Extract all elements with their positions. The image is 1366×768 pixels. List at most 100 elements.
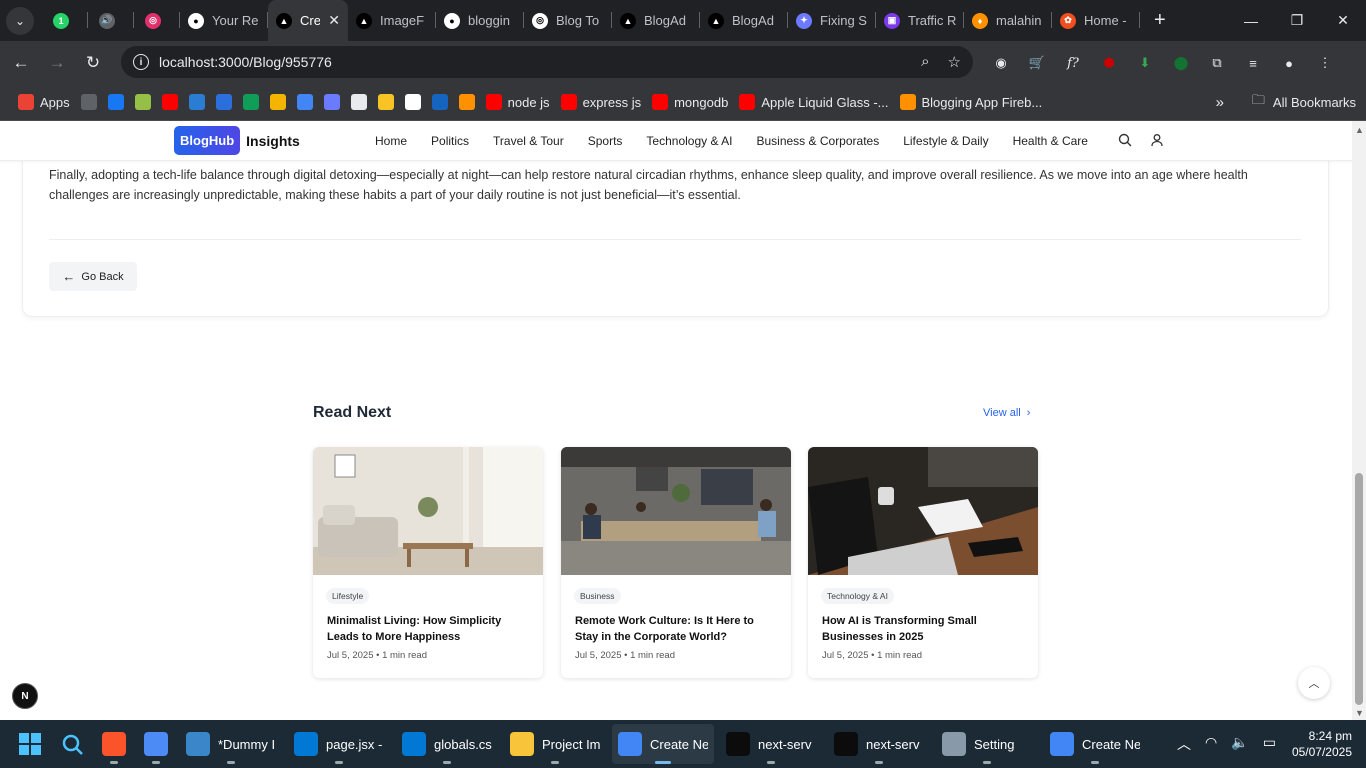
browser-tab[interactable]: ● Your Re: [180, 0, 268, 41]
browser-tab[interactable]: ◎ Blog To: [524, 0, 612, 41]
battery-icon[interactable]: ▭: [1263, 734, 1276, 754]
taskbar-app[interactable]: [138, 724, 174, 764]
nav-link[interactable]: Lifestyle & Daily: [903, 134, 988, 148]
page-scrollbar[interactable]: ▲ ▼: [1352, 121, 1366, 720]
bookmark-item[interactable]: [80, 94, 97, 110]
browser-tab[interactable]: ▲ BlogAd: [700, 0, 788, 41]
bookmark-item[interactable]: [458, 94, 475, 110]
browser-tab[interactable]: ♦ malahin: [964, 0, 1052, 41]
download-extension-icon[interactable]: ⬇: [1134, 52, 1156, 74]
nav-link[interactable]: Home: [375, 134, 407, 148]
all-bookmarks-link[interactable]: All Bookmarks: [1273, 95, 1356, 110]
taskbar-app[interactable]: [96, 724, 132, 764]
site-logo[interactable]: BlogHub Insights: [174, 126, 300, 155]
bookmark-item[interactable]: Blogging App Fireb...: [899, 94, 1042, 110]
bookmark-item[interactable]: Apple Liquid Glass -...: [739, 94, 889, 110]
more-bookmarks-chevron-icon[interactable]: »: [1216, 94, 1224, 111]
zoom-icon[interactable]: ⌕: [921, 53, 929, 71]
clock[interactable]: 8:24 pm 05/07/2025: [1292, 728, 1352, 760]
puzzle-extensions-icon[interactable]: ⧉: [1206, 52, 1228, 74]
cart-extension-icon[interactable]: 🛒: [1026, 52, 1048, 74]
restore-icon[interactable]: ❐: [1274, 0, 1320, 41]
address-bar[interactable]: i localhost:3000/Blog/955776 ⌕ ☆: [121, 46, 973, 78]
bookmark-item[interactable]: [107, 94, 124, 110]
nav-link[interactable]: Health & Care: [1013, 134, 1088, 148]
font-extension-icon[interactable]: f?: [1062, 52, 1084, 74]
taskbar-app[interactable]: Create Ne: [1044, 724, 1146, 764]
bookmark-item[interactable]: [215, 94, 232, 110]
menu-dots-icon[interactable]: ⋮: [1314, 52, 1336, 74]
post-title[interactable]: How AI is Transforming Small Businesses …: [822, 613, 1027, 645]
browser-tab[interactable]: ▲ Cre ✕: [268, 0, 348, 41]
site-info-icon[interactable]: i: [133, 54, 149, 70]
scrollbar-thumb[interactable]: [1355, 473, 1363, 705]
volume-icon[interactable]: 🔈: [1231, 734, 1248, 754]
bookmark-item[interactable]: [242, 94, 259, 110]
nav-link[interactable]: Politics: [431, 134, 469, 148]
taskbar-app[interactable]: page.jsx -: [288, 724, 390, 764]
bookmark-item[interactable]: [404, 94, 421, 110]
browser-tab[interactable]: ✿ Home -: [1052, 0, 1140, 41]
bookmark-item[interactable]: node js: [485, 94, 550, 110]
user-icon[interactable]: [1150, 133, 1164, 150]
browser-tab[interactable]: ◎: [134, 0, 180, 41]
browser-tab[interactable]: ▣ Traffic R: [876, 0, 964, 41]
tab-search-chevron-icon[interactable]: ⌄: [6, 6, 34, 35]
nav-link[interactable]: Sports: [588, 134, 623, 148]
close-tab-icon[interactable]: ✕: [328, 12, 340, 29]
bookmark-item[interactable]: [377, 94, 394, 110]
camera-extension-icon[interactable]: ◉: [990, 52, 1012, 74]
nav-link[interactable]: Business & Corporates: [756, 134, 879, 148]
close-window-icon[interactable]: ✕: [1320, 0, 1366, 41]
minimize-icon[interactable]: —: [1228, 0, 1274, 41]
post-card-technology[interactable]: Technology & AI How AI is Transforming S…: [808, 447, 1038, 678]
taskbar-app[interactable]: next-serv: [720, 724, 822, 764]
bookmark-item[interactable]: [323, 94, 340, 110]
forward-arrow-icon[interactable]: →: [42, 53, 72, 73]
taskbar-app[interactable]: globals.cs: [396, 724, 498, 764]
nextjs-dev-indicator[interactable]: N: [12, 683, 38, 709]
bookmark-item[interactable]: [269, 94, 286, 110]
ublock-extension-icon[interactable]: ⬢: [1098, 52, 1120, 74]
url-text[interactable]: localhost:3000/Blog/955776: [159, 54, 332, 70]
taskbar-app[interactable]: next-serv: [828, 724, 930, 764]
bookmark-item[interactable]: [161, 94, 178, 110]
browser-tab[interactable]: ✦ Fixing S: [788, 0, 876, 41]
browser-tab[interactable]: 🔊: [88, 0, 134, 41]
browser-tab[interactable]: ● bloggin: [436, 0, 524, 41]
taskbar-app[interactable]: Create Ne: [612, 724, 714, 764]
nav-link[interactable]: Technology & AI: [646, 134, 732, 148]
post-title[interactable]: Remote Work Culture: Is It Here to Stay …: [575, 613, 780, 645]
view-all-link[interactable]: View all ›: [983, 407, 1030, 419]
post-card-business[interactable]: Business Remote Work Culture: Is It Here…: [561, 447, 791, 678]
wifi-icon[interactable]: ◠: [1205, 734, 1217, 754]
search-icon[interactable]: [1118, 133, 1132, 150]
taskbar-app[interactable]: *Dummy I: [180, 724, 282, 764]
bookmark-item[interactable]: express js: [560, 94, 641, 110]
bookmark-item[interactable]: [188, 94, 205, 110]
bookmark-item[interactable]: [296, 94, 313, 110]
browser-tab[interactable]: ▲ BlogAd: [612, 0, 700, 41]
bookmark-item[interactable]: [350, 94, 367, 110]
bookmark-star-icon[interactable]: ☆: [948, 53, 961, 71]
back-arrow-icon[interactable]: ←: [6, 53, 36, 73]
profile-avatar-icon[interactable]: ●: [1278, 52, 1300, 74]
taskbar-app[interactable]: Project Im: [504, 724, 606, 764]
scroll-to-top-button[interactable]: ︿: [1298, 667, 1330, 699]
green-extension-icon[interactable]: ⬤: [1170, 52, 1192, 74]
post-card-lifestyle[interactable]: Lifestyle Minimalist Living: How Simplic…: [313, 447, 543, 678]
nav-link[interactable]: Travel & Tour: [493, 134, 564, 148]
reload-icon[interactable]: ↻: [78, 53, 108, 73]
taskbar-search-button[interactable]: [54, 724, 90, 764]
go-back-button[interactable]: ← Go Back: [49, 262, 137, 291]
browser-tab[interactable]: 1: [42, 0, 88, 41]
taskbar-app[interactable]: Setting: [936, 724, 1038, 764]
browser-tab[interactable]: ▲ ImageF: [348, 0, 436, 41]
bookmark-item[interactable]: Apps: [18, 94, 70, 110]
media-control-icon[interactable]: ≡: [1242, 52, 1264, 74]
scroll-up-arrow-icon[interactable]: ▲: [1355, 125, 1364, 135]
bookmark-item[interactable]: mongodb: [652, 94, 728, 110]
new-tab-plus-icon[interactable]: +: [1154, 9, 1166, 32]
start-button[interactable]: [12, 724, 48, 764]
scroll-down-arrow-icon[interactable]: ▼: [1355, 708, 1364, 718]
